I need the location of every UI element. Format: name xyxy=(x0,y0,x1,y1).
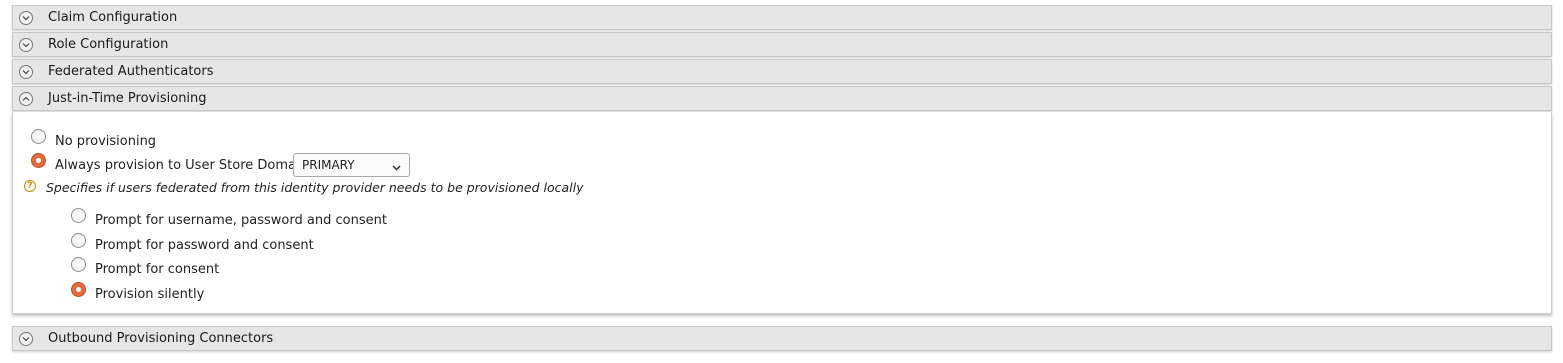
prompt-password-consent-radio[interactable] xyxy=(71,233,86,248)
panel-title: Federated Authenticators xyxy=(48,64,214,79)
provision-silently-label: Provision silently xyxy=(95,287,205,302)
panel-title: Claim Configuration xyxy=(48,10,178,25)
user-store-domain-select[interactable]: PRIMARY xyxy=(293,153,410,177)
chevron-down-icon xyxy=(19,332,33,346)
prompt-consent-radio[interactable] xyxy=(71,257,86,272)
help-icon: ? xyxy=(24,180,36,192)
prompt-username-password-consent-radio[interactable] xyxy=(71,208,86,223)
panel-header-federated-authenticators[interactable]: Federated Authenticators xyxy=(12,59,1552,84)
provision-silently-radio[interactable] xyxy=(71,282,86,297)
chevron-up-icon xyxy=(19,92,33,106)
no-provisioning-radio[interactable] xyxy=(31,129,46,144)
chevron-down-icon xyxy=(19,38,33,52)
panel-header-outbound-provisioning-connectors[interactable]: Outbound Provisioning Connectors xyxy=(12,326,1552,351)
always-provision-label: Always provision to User Store Domain xyxy=(55,158,308,173)
chevron-down-icon xyxy=(19,11,33,25)
panel-header-role-configuration[interactable]: Role Configuration xyxy=(12,32,1552,57)
prompt-password-consent-label: Prompt for password and consent xyxy=(95,238,314,253)
chevron-down-icon xyxy=(392,161,401,176)
help-text: Specifies if users federated from this i… xyxy=(46,180,584,195)
panel-title: Role Configuration xyxy=(48,37,169,52)
prompt-consent-label: Prompt for consent xyxy=(95,262,220,277)
panel-title: Just-in-Time Provisioning xyxy=(48,91,207,106)
no-provisioning-label: No provisioning xyxy=(55,134,157,149)
always-provision-radio[interactable] xyxy=(31,153,46,168)
panel-title: Outbound Provisioning Connectors xyxy=(48,331,274,346)
panel-header-claim-configuration[interactable]: Claim Configuration xyxy=(12,5,1552,30)
chevron-down-icon xyxy=(19,65,33,79)
user-store-domain-value: PRIMARY xyxy=(302,158,355,172)
panel-header-just-in-time-provisioning[interactable]: Just-in-Time Provisioning xyxy=(12,86,1552,111)
prompt-username-password-consent-label: Prompt for username, password and consen… xyxy=(95,213,387,228)
